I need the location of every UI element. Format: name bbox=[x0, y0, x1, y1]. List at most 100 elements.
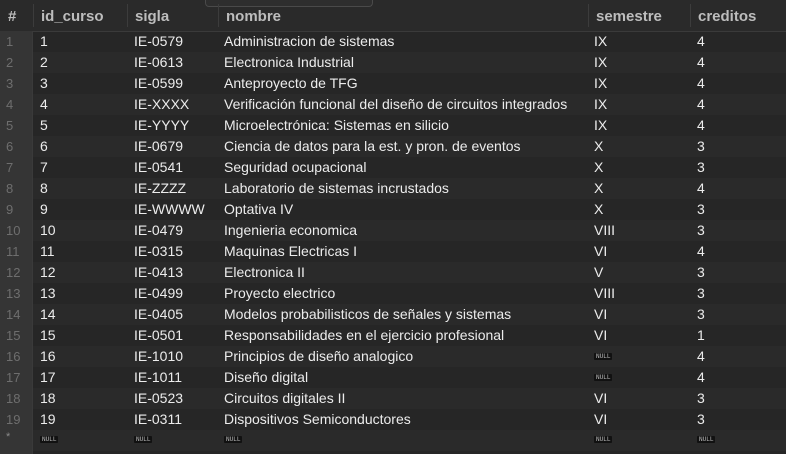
table-row[interactable]: 4 4 IE-XXXX Verificación funcional del dise… bbox=[0, 94, 786, 115]
cell-sigla[interactable]: IE-0613 bbox=[134, 52, 183, 73]
cell-sigla[interactable]: IE-1011 bbox=[134, 367, 182, 388]
row-number[interactable]: 4 bbox=[0, 94, 32, 115]
table-row[interactable]: 7 7 IE-0541 Seguridad ocupacional X 3 bbox=[0, 157, 786, 178]
cell-sigla[interactable]: IE-0315 bbox=[134, 241, 183, 262]
cell-id-curso[interactable]: 13 bbox=[40, 283, 56, 304]
row-number[interactable]: 3 bbox=[0, 73, 32, 94]
cell-sigla[interactable]: IE-WWWW bbox=[134, 199, 205, 220]
column-header-sigla[interactable]: sigla bbox=[126, 0, 169, 31]
new-cell-semestre[interactable]: NULL bbox=[594, 430, 613, 451]
cell-nombre[interactable]: Electronica Industrial bbox=[224, 52, 354, 73]
cell-id-curso[interactable]: 6 bbox=[40, 136, 48, 157]
new-cell-creditos[interactable]: NULL bbox=[697, 430, 716, 451]
cell-semestre[interactable]: VIII bbox=[594, 283, 615, 304]
cell-id-curso[interactable]: 1 bbox=[40, 31, 48, 52]
cell-creditos[interactable]: 3 bbox=[697, 304, 705, 325]
column-header-creditos[interactable]: creditos bbox=[689, 0, 756, 31]
cell-nombre[interactable]: Microelectrónica: Sistemas en silicio bbox=[224, 115, 449, 136]
cell-semestre[interactable]: IX bbox=[594, 73, 607, 94]
cell-semestre[interactable]: X bbox=[594, 136, 603, 157]
cell-sigla[interactable]: IE-XXXX bbox=[134, 94, 189, 115]
cell-nombre[interactable]: Responsabilidades en el ejercicio profes… bbox=[224, 325, 504, 346]
cell-creditos[interactable]: 4 bbox=[697, 94, 705, 115]
table-row[interactable]: 15 15 IE-0501 Responsabilidades en el ejerc… bbox=[0, 325, 786, 346]
row-number[interactable]: 8 bbox=[0, 178, 32, 199]
cell-semestre[interactable]: VI bbox=[594, 388, 607, 409]
cell-nombre[interactable]: Ciencia de datos para la est. y pron. de… bbox=[224, 136, 521, 157]
cell-creditos[interactable]: 4 bbox=[697, 31, 705, 52]
cell-id-curso[interactable]: 4 bbox=[40, 94, 48, 115]
table-row[interactable]: 1 1 IE-0579 Administracion de sistemas IX 4 bbox=[0, 31, 786, 52]
cell-nombre[interactable]: Verificación funcional del diseño de cir… bbox=[224, 94, 567, 115]
row-number[interactable]: 9 bbox=[0, 199, 32, 220]
cell-id-curso[interactable]: 5 bbox=[40, 115, 48, 136]
cell-creditos[interactable]: 3 bbox=[697, 220, 705, 241]
cell-id-curso[interactable]: 17 bbox=[40, 367, 56, 388]
cell-id-curso[interactable]: 10 bbox=[40, 220, 56, 241]
table-row[interactable]: 5 5 IE-YYYY Microelectrónica: Sistemas en s… bbox=[0, 115, 786, 136]
cell-id-curso[interactable]: 8 bbox=[40, 178, 48, 199]
cell-nombre[interactable]: Diseño digital bbox=[224, 367, 308, 388]
cell-semestre[interactable]: X bbox=[594, 178, 603, 199]
cell-creditos[interactable]: 3 bbox=[697, 388, 705, 409]
row-number[interactable]: 14 bbox=[0, 304, 32, 325]
row-number[interactable]: 13 bbox=[0, 283, 32, 304]
cell-id-curso[interactable]: 11 bbox=[40, 241, 55, 262]
table-row[interactable]: 2 2 IE-0613 Electronica Industrial IX 4 bbox=[0, 52, 786, 73]
cell-sigla[interactable]: IE-0413 bbox=[134, 262, 183, 283]
cell-semestre[interactable]: V bbox=[594, 262, 603, 283]
table-row[interactable]: 12 12 IE-0413 Electronica II V 3 bbox=[0, 262, 786, 283]
cell-id-curso[interactable]: 19 bbox=[40, 409, 56, 430]
cell-semestre[interactable]: NULL bbox=[594, 346, 613, 367]
cell-nombre[interactable]: Principios de diseño analogico bbox=[224, 346, 413, 367]
cell-semestre[interactable]: VI bbox=[594, 325, 607, 346]
row-number[interactable]: 10 bbox=[0, 220, 32, 241]
cell-creditos[interactable]: 4 bbox=[697, 346, 705, 367]
cell-semestre[interactable]: VI bbox=[594, 241, 607, 262]
cell-nombre[interactable]: Ingenieria economica bbox=[224, 220, 357, 241]
cell-semestre[interactable]: IX bbox=[594, 94, 607, 115]
table-row[interactable]: 17 17 IE-1011 Diseño digital NULL 4 bbox=[0, 367, 786, 388]
cell-sigla[interactable]: IE-YYYY bbox=[134, 115, 189, 136]
cell-semestre[interactable]: X bbox=[594, 199, 603, 220]
cell-semestre[interactable]: VI bbox=[594, 409, 607, 430]
cell-creditos[interactable]: 3 bbox=[697, 199, 705, 220]
table-row[interactable]: 10 10 IE-0479 Ingenieria economica VIII 3 bbox=[0, 220, 786, 241]
table-row[interactable]: 19 19 IE-0311 Dispositivos Semiconductores V… bbox=[0, 409, 786, 430]
row-number[interactable]: 5 bbox=[0, 115, 32, 136]
cell-sigla[interactable]: IE-ZZZZ bbox=[134, 178, 186, 199]
cell-semestre[interactable]: NULL bbox=[594, 367, 613, 388]
row-number[interactable]: 16 bbox=[0, 346, 32, 367]
cell-creditos[interactable]: 4 bbox=[697, 73, 705, 94]
cell-sigla[interactable]: IE-0405 bbox=[134, 304, 183, 325]
cell-nombre[interactable]: Circuitos digitales II bbox=[224, 388, 345, 409]
cell-sigla[interactable]: IE-0501 bbox=[134, 325, 183, 346]
cell-creditos[interactable]: 3 bbox=[697, 157, 705, 178]
cell-nombre[interactable]: Laboratorio de sistemas incrustados bbox=[224, 178, 449, 199]
row-number[interactable]: 12 bbox=[0, 262, 32, 283]
table-row[interactable]: 3 3 IE-0599 Anteproyecto de TFG IX 4 bbox=[0, 73, 786, 94]
row-number[interactable]: 11 bbox=[0, 241, 32, 262]
cell-semestre[interactable]: VI bbox=[594, 304, 607, 325]
cell-creditos[interactable]: 4 bbox=[697, 52, 705, 73]
cell-nombre[interactable]: Anteproyecto de TFG bbox=[224, 73, 358, 94]
new-cell-sigla[interactable]: NULL bbox=[134, 430, 153, 451]
row-number[interactable]: 15 bbox=[0, 325, 32, 346]
table-row[interactable]: 18 18 IE-0523 Circuitos digitales II VI 3 bbox=[0, 388, 786, 409]
column-header-semestre[interactable]: semestre bbox=[588, 0, 662, 31]
table-row[interactable]: 9 9 IE-WWWW Optativa IV X 3 bbox=[0, 199, 786, 220]
row-number[interactable]: 1 bbox=[0, 31, 32, 52]
row-number[interactable]: 19 bbox=[0, 409, 32, 430]
row-number[interactable]: 17 bbox=[0, 367, 32, 388]
row-number[interactable]: 18 bbox=[0, 388, 32, 409]
row-number[interactable]: 7 bbox=[0, 157, 32, 178]
cell-nombre[interactable]: Dispositivos Semiconductores bbox=[224, 409, 411, 430]
column-header-id-curso[interactable]: id_curso bbox=[33, 0, 104, 31]
cell-id-curso[interactable]: 9 bbox=[40, 199, 48, 220]
cell-creditos[interactable]: 1 bbox=[697, 325, 705, 346]
new-row-marker[interactable]: * bbox=[0, 430, 32, 451]
cell-id-curso[interactable]: 18 bbox=[40, 388, 56, 409]
cell-semestre[interactable]: IX bbox=[594, 115, 607, 136]
cell-nombre[interactable]: Seguridad ocupacional bbox=[224, 157, 366, 178]
cell-sigla[interactable]: IE-0479 bbox=[134, 220, 183, 241]
